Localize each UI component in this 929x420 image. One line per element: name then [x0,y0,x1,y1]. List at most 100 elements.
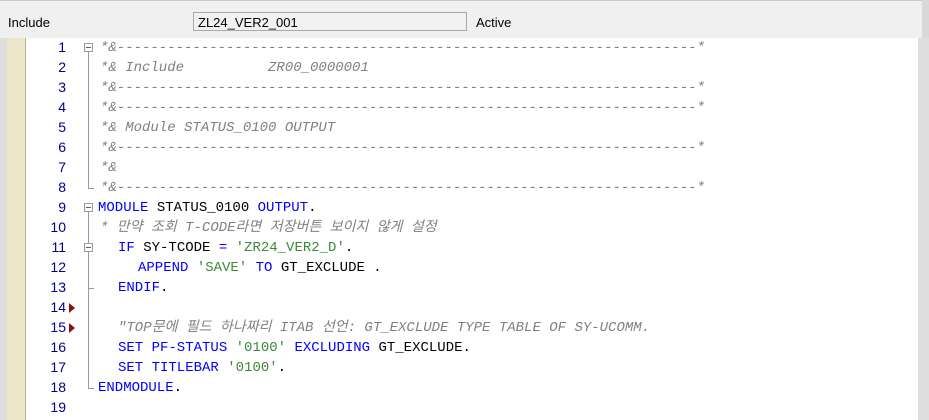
comment-text: *& Include ZR00_0000001 [100,60,369,76]
code-line[interactable]: 2 *& Include ZR00_0000001 [0,58,918,78]
code-line[interactable]: 11 IF SY-TCODE = 'ZR24_VER2_D'. [0,238,918,258]
editor-scrollbar[interactable] [918,38,929,420]
code-line[interactable]: 3 *&-------------------------------------… [0,78,918,98]
line-number: 8 [58,179,66,195]
code-text: *&--------------------------------------… [100,79,705,97]
code-line[interactable]: 9 MODULE STATUS_0100 OUTPUT. [0,198,918,218]
comment-text: *&--------------------------------------… [100,180,705,196]
code-line[interactable]: 5 *& Module STATUS_0100 OUTPUT [0,118,918,138]
code-line[interactable]: 15 "TOP문에 필드 하나짜리 ITAB 선언: GT_EXCLUDE TYP… [0,318,918,338]
code-token: . [173,380,183,396]
abap-code-editor[interactable]: 1 *&-------------------------------------… [0,38,929,420]
code-token: GT_EXCLUDE. [370,340,471,356]
fold-guide-end [88,188,94,189]
fold-guide-end [88,388,94,389]
code-token: SY-TCODE [134,240,219,256]
code-text: APPEND 'SAVE' TO GT_EXCLUDE . [138,259,382,277]
code-line[interactable]: 17 SET TITLEBAR '0100'. [0,358,918,378]
code-line[interactable]: 1 *&-------------------------------------… [0,38,918,58]
code-text: *&--------------------------------------… [100,39,705,57]
breakpoint-marker-icon[interactable] [69,323,75,333]
line-number: 1 [58,39,66,55]
code-line[interactable]: 4 *&-------------------------------------… [0,98,918,118]
include-label: Include [8,15,50,30]
code-line[interactable]: 8 *&-------------------------------------… [0,178,918,198]
code-text: ENDMODULE. [98,379,182,397]
code-text: *& Include ZR00_0000001 [100,59,369,77]
activation-status: Active [476,15,512,30]
keyword-token: OUTPUT [257,200,309,216]
code-text: SET PF-STATUS '0100' EXCLUDING GT_EXCLUD… [118,339,471,357]
code-text: *&--------------------------------------… [100,179,705,197]
include-name-field[interactable]: ZL24_VER2_001 [193,12,467,31]
comment-text: *&--------------------------------------… [100,80,705,96]
include-header: Include ZL24_VER2_001 Active [0,0,929,38]
code-text: ENDIF. [118,279,168,297]
collapse-block-icon[interactable] [84,203,93,212]
string-literal: 'SAVE' [196,260,248,276]
comment-text: *&--------------------------------------… [100,40,705,56]
keyword-token: ENDMODULE [98,380,174,396]
code-line[interactable]: 6 *&-------------------------------------… [0,138,918,158]
code-token: . [277,360,287,376]
comment-text: *& Module STATUS_0100 OUTPUT [100,120,336,136]
line-number: 3 [58,79,66,95]
line-number: 7 [58,159,66,175]
collapse-block-icon[interactable] [84,243,93,252]
line-number: 10 [50,219,66,235]
line-number: 14 [50,299,66,315]
code-text: IF SY-TCODE = 'ZR24_VER2_D'. [118,239,353,257]
fold-guide-line [88,252,89,288]
fold-guide-line [88,212,89,388]
string-literal: '0100' [227,360,278,376]
header-top-border [0,0,929,1]
collapse-block-icon[interactable] [84,43,93,52]
line-number: 5 [58,119,66,135]
line-number: 13 [50,279,66,295]
keyword-token: IF [118,240,135,256]
header-resize-gripper[interactable] [922,0,929,38]
code-text: *& [100,159,117,177]
line-number: 4 [58,99,66,115]
code-text: MODULE STATUS_0100 OUTPUT. [98,199,316,217]
code-line[interactable]: 10 * 만약 조회 T-CODE라면 저장버튼 보이지 않게 설정 [0,218,918,238]
line-number: 16 [50,339,66,355]
code-line[interactable]: 18 ENDMODULE. [0,378,918,398]
code-text: "TOP문에 필드 하나짜리 ITAB 선언: GT_EXCLUDE TYPE … [118,319,650,337]
line-number: 15 [50,319,66,335]
code-line[interactable]: 14 [0,298,918,318]
keyword-token: SET PF-STATUS [118,340,228,356]
comment-text: *& [100,160,117,176]
comment-text: * 만약 조회 T-CODE라면 저장버튼 보이지 않게 설정 [100,220,437,236]
code-token: STATUS_0100 [148,200,258,216]
code-token: . [308,200,317,216]
keyword-token: MODULE [98,200,149,216]
code-text: *&--------------------------------------… [100,139,705,157]
code-text: * 만약 조회 T-CODE라면 저장버튼 보이지 않게 설정 [100,219,437,237]
code-line[interactable]: 12 APPEND 'SAVE' TO GT_EXCLUDE . [0,258,918,278]
code-line[interactable]: 16 SET PF-STATUS '0100' EXCLUDING GT_EXCL… [0,338,918,358]
keyword-token: EXCLUDING [294,340,371,356]
line-number: 17 [50,359,66,375]
keyword-token: SET TITLEBAR [118,360,219,376]
fold-guide-line [88,52,89,188]
comment-text: "TOP문에 필드 하나짜리 ITAB 선언: GT_EXCLUDE TYPE … [118,320,651,336]
line-number: 12 [50,259,66,275]
code-line[interactable]: 7 *& [0,158,918,178]
string-literal: '0100' [235,340,287,356]
keyword-token: TO [255,260,273,276]
line-number: 19 [50,399,66,415]
code-token: GT_EXCLUDE . [272,260,382,276]
comment-text: *&--------------------------------------… [100,100,705,116]
line-number: 11 [51,239,66,255]
keyword-token: = [218,240,228,256]
breakpoint-marker-icon[interactable] [69,303,75,313]
string-literal: 'ZR24_VER2_D' [235,240,345,256]
code-line[interactable]: 13 ENDIF. [0,278,918,298]
code-text: *& Module STATUS_0100 OUTPUT [100,119,335,137]
code-line[interactable]: 19 [0,398,918,418]
code-token: . [160,280,169,296]
